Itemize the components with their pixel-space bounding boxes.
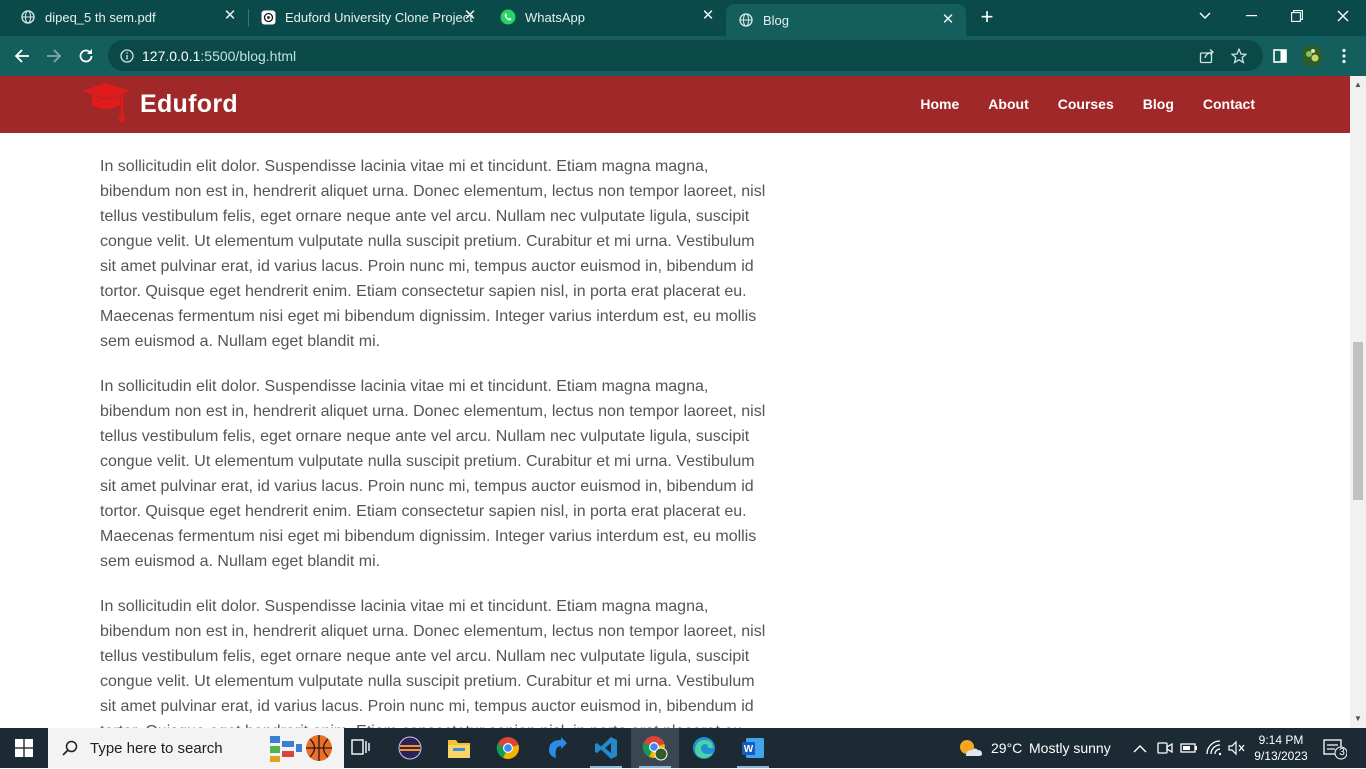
- windows-taskbar: Type here to search W 29°C Mostly sunny: [0, 728, 1366, 768]
- nav-contact[interactable]: Contact: [1203, 96, 1255, 112]
- forward-arrow-icon[interactable]: [42, 44, 66, 68]
- info-icon[interactable]: [118, 47, 136, 65]
- weather-partly-sunny-icon[interactable]: [958, 738, 982, 763]
- arrow-app-icon[interactable]: [533, 728, 581, 768]
- whatsapp-icon: [500, 9, 516, 25]
- share-icon[interactable]: [1198, 47, 1216, 65]
- site-header: Eduford Home About Courses Blog Contact: [0, 76, 1350, 133]
- task-view-icon[interactable]: [337, 728, 385, 768]
- url-host: 127.0.0.1: [142, 48, 201, 64]
- nav-blog[interactable]: Blog: [1143, 96, 1174, 112]
- browser-toolbar: 127.0.0.1:5500/blog.html: [0, 36, 1366, 76]
- bookmark-star-icon[interactable]: [1230, 47, 1248, 65]
- browser-tab-strip: dipeq_5 th sem.pdf ✕ Eduford University …: [0, 0, 1366, 36]
- tab-whatsapp[interactable]: WhatsApp ✕: [488, 0, 726, 34]
- url-text: 127.0.0.1:5500/blog.html: [142, 48, 296, 64]
- minimize-window-button[interactable]: [1228, 0, 1274, 32]
- article-paragraph: In sollicitudin elit dolor. Suspendisse …: [100, 158, 766, 350]
- close-tab-icon[interactable]: ✕: [700, 8, 716, 24]
- tab-search-chevron-icon[interactable]: [1182, 0, 1228, 32]
- show-hidden-icons-chevron-icon[interactable]: [1133, 741, 1147, 759]
- new-tab-button[interactable]: +: [975, 6, 999, 30]
- article-paragraph: In sollicitudin elit dolor. Suspendisse …: [100, 598, 766, 728]
- main-nav: Home About Courses Blog Contact: [891, 96, 1255, 112]
- globe-icon: [738, 12, 754, 28]
- weather-temperature[interactable]: 29°C: [991, 740, 1022, 756]
- address-bar[interactable]: 127.0.0.1:5500/blog.html: [108, 40, 1263, 71]
- clock-time: 9:14 PM: [1258, 733, 1304, 747]
- profile-avatar[interactable]: [1300, 44, 1324, 68]
- tab-pdf[interactable]: dipeq_5 th sem.pdf ✕: [8, 0, 249, 34]
- tab-eduford-project[interactable]: Eduford University Clone Project ✕: [248, 0, 488, 34]
- tab-title: dipeq_5 th sem.pdf: [45, 9, 156, 25]
- search-placeholder: Type here to search: [90, 739, 223, 757]
- meet-now-icon[interactable]: [1157, 740, 1173, 761]
- more-menu-icon[interactable]: [1332, 44, 1356, 68]
- close-tab-icon[interactable]: ✕: [222, 8, 238, 24]
- scrollbar-thumb[interactable]: [1353, 342, 1363, 500]
- brand-name: Eduford: [140, 90, 238, 118]
- nav-courses[interactable]: Courses: [1058, 96, 1114, 112]
- clock-date: 9/13/2023: [1254, 749, 1308, 763]
- edge-app-icon[interactable]: [680, 728, 728, 768]
- graduation-cap-icon: [82, 82, 130, 127]
- close-tab-icon[interactable]: ✕: [940, 12, 956, 28]
- taskbar-search[interactable]: Type here to search: [48, 728, 344, 768]
- nav-about[interactable]: About: [988, 96, 1028, 112]
- windows-start-button[interactable]: [0, 728, 48, 768]
- back-arrow-icon[interactable]: [10, 44, 34, 68]
- page-viewport: Eduford Home About Courses Blog Contact …: [0, 76, 1350, 728]
- eclipse-app-icon[interactable]: [386, 728, 434, 768]
- scroll-down-arrow-icon[interactable]: ▼: [1353, 714, 1363, 724]
- battery-icon[interactable]: [1180, 740, 1198, 761]
- restore-window-button[interactable]: [1274, 0, 1320, 32]
- weather-description[interactable]: Mostly sunny: [1029, 740, 1111, 756]
- nav-home[interactable]: Home: [920, 96, 959, 112]
- svg-text:W: W: [744, 744, 754, 755]
- chrome-app-icon[interactable]: [484, 728, 532, 768]
- tab-blog[interactable]: Blog ✕: [726, 4, 966, 36]
- volume-muted-icon[interactable]: [1228, 740, 1246, 761]
- openai-icon: [260, 9, 276, 25]
- taskbar-clock[interactable]: 9:14 PM 9/13/2023: [1250, 732, 1312, 764]
- globe-icon: [20, 9, 36, 25]
- file-explorer-icon[interactable]: [435, 728, 483, 768]
- close-tab-icon[interactable]: ✕: [462, 8, 478, 24]
- reload-icon[interactable]: [74, 44, 98, 68]
- chrome-profile-app-icon[interactable]: [631, 728, 679, 768]
- word-app-icon[interactable]: W: [729, 728, 777, 768]
- vscode-app-icon[interactable]: [582, 728, 630, 768]
- side-panel-icon[interactable]: [1268, 44, 1292, 68]
- search-highlight-icon: [268, 732, 334, 769]
- search-icon: [62, 740, 78, 756]
- url-path: :5500/blog.html: [200, 48, 297, 64]
- tab-title: WhatsApp: [525, 9, 585, 25]
- site-logo[interactable]: Eduford: [82, 82, 238, 127]
- tab-title: Eduford University Clone Project: [285, 9, 473, 25]
- article-paragraph: In sollicitudin elit dolor. Suspendisse …: [100, 378, 766, 570]
- tab-title: Blog: [763, 12, 790, 28]
- page-scrollbar[interactable]: ▲ ▼: [1350, 76, 1366, 728]
- close-window-button[interactable]: [1320, 0, 1366, 32]
- blog-article: In sollicitudin elit dolor. Suspendisse …: [100, 154, 772, 728]
- scroll-up-arrow-icon[interactable]: ▲: [1353, 80, 1363, 90]
- wifi-icon[interactable]: [1205, 740, 1223, 761]
- notification-badge: 3: [1339, 747, 1345, 758]
